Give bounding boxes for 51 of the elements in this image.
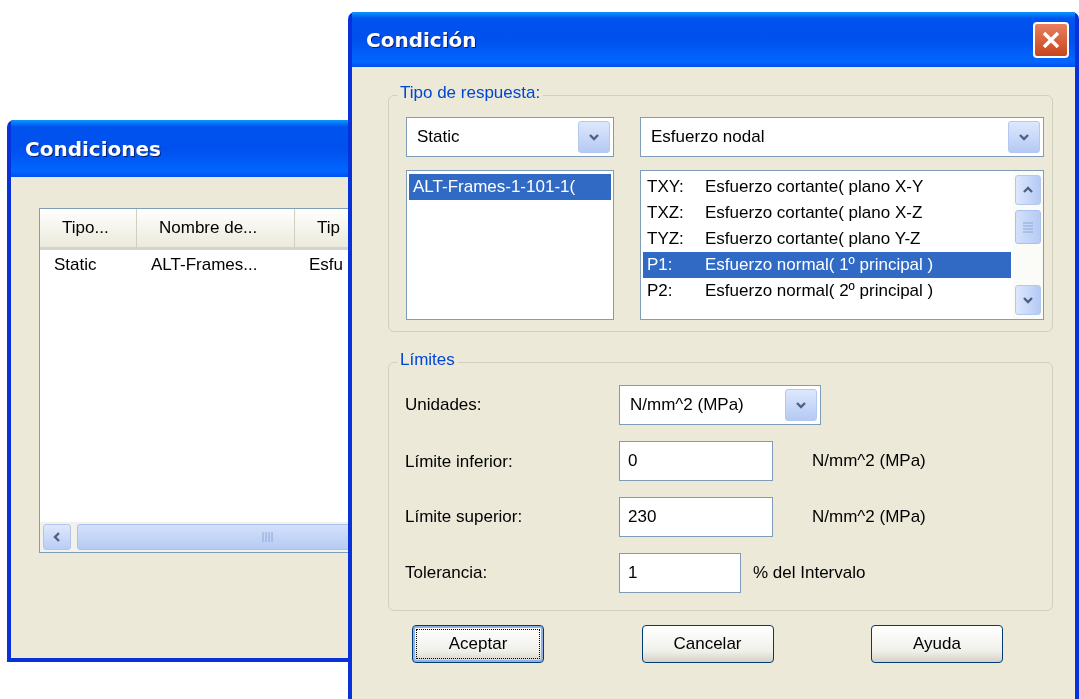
- component-description: Esfuerzo normal( 1º principal ): [705, 255, 934, 275]
- list-item[interactable]: P1: Esfuerzo normal( 1º principal ): [643, 252, 1011, 278]
- grip-icon: [1022, 221, 1034, 234]
- input-field[interactable]: 0: [619, 441, 773, 481]
- component-code: P2:: [647, 281, 674, 301]
- component-code: P1:: [647, 255, 674, 275]
- dropdown-field[interactable]: Esfuerzo nodal: [640, 117, 1044, 157]
- scrollbar-thumb[interactable]: [1015, 210, 1041, 245]
- field-label: Límite superior:: [405, 507, 524, 527]
- table-cell-text: Static: [53, 254, 98, 276]
- table-cell-text: ALT-Frames...: [150, 254, 259, 276]
- dropdown-field[interactable]: Static: [406, 117, 614, 157]
- field-label: Tolerancia:: [405, 563, 489, 583]
- table-cell-text: Esfu: [308, 254, 345, 276]
- dropdown-button[interactable]: [785, 389, 817, 421]
- component-description: Esfuerzo cortante( plano X-Y: [705, 177, 924, 197]
- group-label: Tipo de respuesta:: [397, 83, 544, 103]
- component-description: Esfuerzo normal( 2º principal ): [705, 281, 934, 301]
- close-button[interactable]: [1033, 21, 1069, 58]
- dropdown-button[interactable]: [578, 121, 610, 153]
- column-header[interactable]: Tipo...: [40, 209, 137, 247]
- unit-label: N/mm^2 (MPa): [812, 507, 926, 527]
- component-description: Esfuerzo cortante( plano X-Z: [705, 203, 923, 223]
- unit-label: N/mm^2 (MPa): [812, 451, 926, 471]
- list-item[interactable]: TYZ: Esfuerzo cortante( plano Y-Z: [643, 226, 1011, 252]
- component-code: TYZ:: [647, 229, 685, 249]
- dialog-button[interactable]: Ayuda: [871, 625, 1003, 663]
- column-header[interactable]: Nombre de...: [137, 209, 295, 247]
- unit-label: % del Intervalo: [753, 563, 866, 583]
- list-item[interactable]: TXZ: Esfuerzo cortante( plano X-Z: [643, 200, 1011, 226]
- list-item[interactable]: P2: Esfuerzo normal( 2º principal ): [643, 278, 1011, 304]
- scroll-down-button[interactable]: [1015, 285, 1041, 315]
- scroll-left-button[interactable]: [43, 524, 71, 550]
- input-field[interactable]: 1: [619, 553, 741, 593]
- dialog-button[interactable]: Aceptar: [412, 625, 544, 663]
- grip-icon: [261, 531, 276, 543]
- list-item[interactable]: ALT-Frames-1-101-1(: [409, 174, 611, 200]
- window-title: Condición: [366, 27, 477, 52]
- component-code: TXZ:: [647, 203, 685, 223]
- input-field[interactable]: 230: [619, 497, 773, 537]
- vertical-scrollbar[interactable]: [1013, 171, 1043, 319]
- scroll-up-button[interactable]: [1015, 175, 1041, 205]
- dropdown-field[interactable]: N/mm^2 (MPa): [619, 385, 821, 425]
- field-label: Límite inferior:: [405, 452, 514, 472]
- field-label: Unidades:: [405, 395, 483, 415]
- dialog-button[interactable]: Cancelar: [641, 625, 774, 663]
- window-title: Condiciones: [25, 136, 161, 161]
- component-code: TXY:: [647, 177, 685, 197]
- component-description: Esfuerzo cortante( plano Y-Z: [705, 229, 921, 249]
- dropdown-button[interactable]: [1008, 121, 1040, 153]
- list-item[interactable]: TXY: Esfuerzo cortante( plano X-Y: [643, 174, 1011, 200]
